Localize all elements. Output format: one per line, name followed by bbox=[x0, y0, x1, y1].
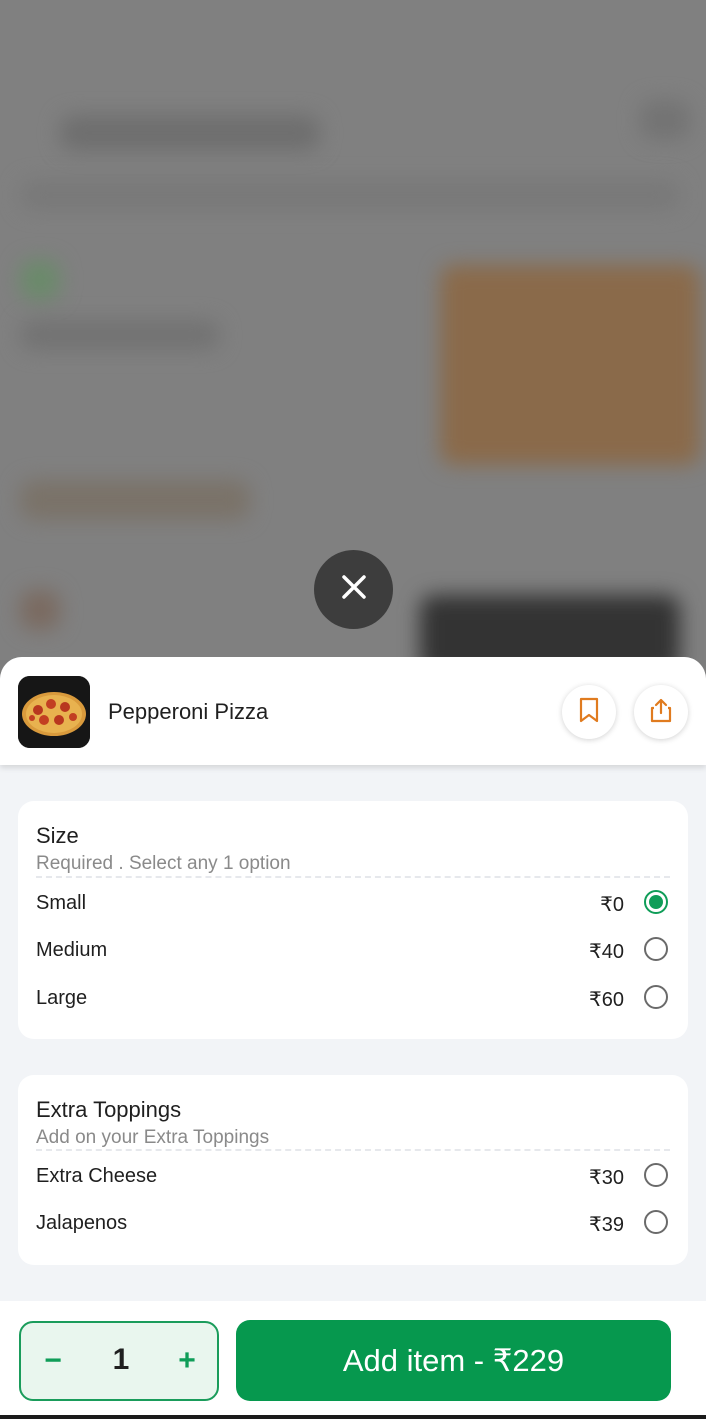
size-option-medium[interactable]: Medium ₹40 bbox=[18, 932, 688, 968]
close-icon bbox=[339, 572, 369, 607]
radio-button-selected[interactable] bbox=[644, 890, 668, 914]
toppings-subtitle: Add on your Extra Toppings bbox=[36, 1127, 270, 1148]
increment-button[interactable]: + bbox=[167, 1341, 207, 1381]
option-price: ₹40 bbox=[589, 941, 624, 963]
radio-button[interactable] bbox=[644, 985, 668, 1009]
option-price: ₹39 bbox=[589, 1214, 624, 1236]
divider bbox=[36, 876, 670, 878]
divider bbox=[36, 1149, 670, 1151]
share-button[interactable] bbox=[634, 685, 688, 739]
item-title: Pepperoni Pizza bbox=[108, 699, 269, 724]
size-title: Size bbox=[36, 823, 79, 848]
bottom-edge bbox=[0, 1415, 706, 1419]
item-customization-sheet: Pepperoni Pizza Size Required . Select a… bbox=[0, 657, 706, 1419]
option-label: Large bbox=[36, 987, 88, 1009]
option-label: Extra Cheese bbox=[36, 1165, 158, 1187]
quantity-stepper: − 1 + bbox=[19, 1321, 219, 1401]
option-label: Small bbox=[36, 892, 87, 914]
radio-button[interactable] bbox=[644, 937, 668, 961]
option-label: Jalapenos bbox=[36, 1212, 128, 1234]
bookmark-icon bbox=[578, 697, 600, 728]
option-label: Medium bbox=[36, 939, 108, 961]
radio-button[interactable] bbox=[644, 1210, 668, 1234]
topping-option-jalapenos[interactable]: Jalapenos ₹39 bbox=[18, 1205, 688, 1241]
sheet-footer: − 1 + Add item - ₹229 bbox=[0, 1301, 706, 1419]
add-item-button[interactable]: Add item - ₹229 bbox=[236, 1320, 671, 1401]
size-option-small[interactable]: Small ₹0 bbox=[18, 885, 688, 921]
close-button[interactable] bbox=[314, 550, 393, 629]
size-options-card: Size Required . Select any 1 option Smal… bbox=[18, 801, 688, 1039]
bookmark-button[interactable] bbox=[562, 685, 616, 739]
toppings-options-card: Extra Toppings Add on your Extra Topping… bbox=[18, 1075, 688, 1265]
sheet-header: Pepperoni Pizza bbox=[0, 657, 706, 765]
size-subtitle: Required . Select any 1 option bbox=[36, 853, 291, 874]
option-price: ₹0 bbox=[600, 894, 624, 916]
topping-option-extra-cheese[interactable]: Extra Cheese ₹30 bbox=[18, 1158, 688, 1194]
add-item-label: Add item - ₹229 bbox=[342, 1342, 565, 1378]
decrement-button[interactable]: − bbox=[33, 1341, 73, 1381]
share-icon bbox=[649, 697, 673, 728]
radio-button[interactable] bbox=[644, 1163, 668, 1187]
size-option-large[interactable]: Large ₹60 bbox=[18, 980, 688, 1016]
item-thumbnail bbox=[18, 676, 90, 748]
option-price: ₹30 bbox=[589, 1167, 624, 1189]
toppings-title: Extra Toppings bbox=[36, 1097, 182, 1122]
quantity-value: 1 bbox=[112, 1343, 130, 1376]
option-price: ₹60 bbox=[589, 989, 624, 1011]
